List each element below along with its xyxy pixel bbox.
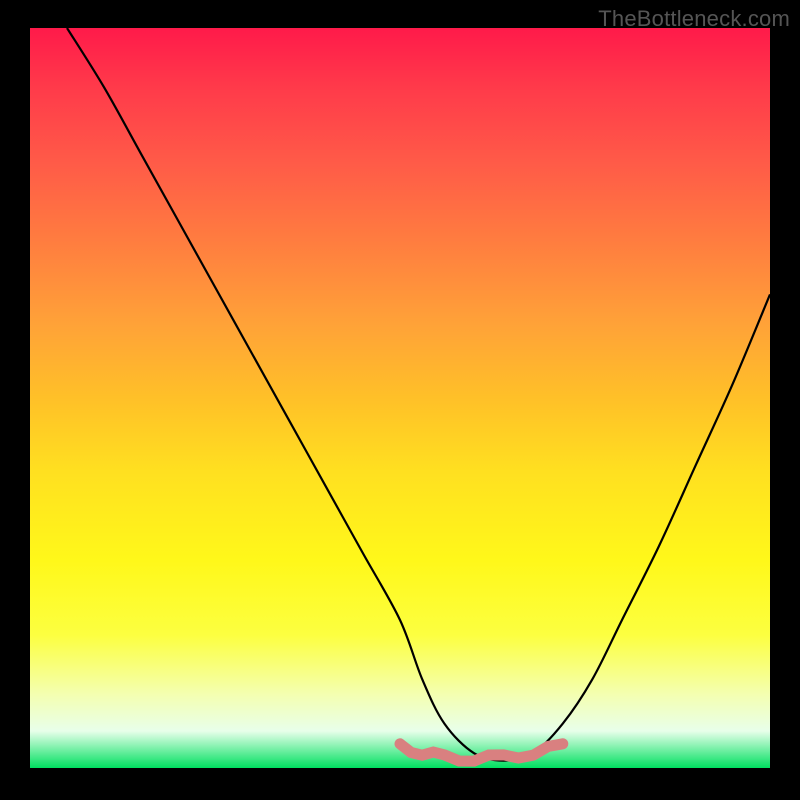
bottleneck-curve — [67, 28, 770, 761]
watermark-text: TheBottleneck.com — [598, 6, 790, 32]
chart-svg — [30, 28, 770, 768]
chart-plot-area — [30, 28, 770, 768]
bottom-pink-squiggle — [400, 744, 563, 761]
